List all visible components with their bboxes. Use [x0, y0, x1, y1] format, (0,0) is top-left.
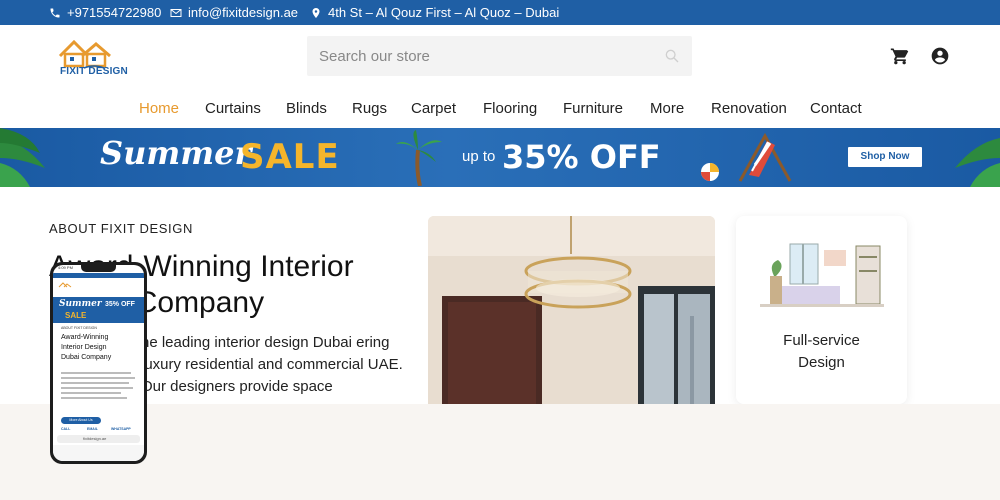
mail-icon [170, 8, 182, 17]
phone-about-label: ABOUT FIXIT DESIGN [61, 326, 97, 330]
topbar-address-text: 4th St – Al Qouz First – Al Quoz – Dubai [328, 5, 560, 20]
banner-summer-text: Summer [100, 134, 252, 172]
cart-icon [890, 48, 909, 65]
phone-mockup: 4:09 PM Summer 35% OFF SALE ABOUT FIXIT … [50, 262, 147, 464]
phone-banner-sale: SALE [65, 311, 87, 320]
phone-headline: Award-Winning Interior Design Dubai Comp… [61, 333, 111, 363]
phone-topbar [53, 273, 144, 278]
main-navigation: Home Curtains Blinds Rugs Carpet Floorin… [0, 100, 1000, 118]
nav-renovation[interactable]: Renovation [711, 100, 787, 117]
nav-contact[interactable]: Contact [810, 100, 862, 117]
phone-body-lines [61, 369, 137, 413]
phone-more-about-button[interactable]: More About Us [61, 417, 101, 424]
account-button[interactable] [930, 46, 950, 66]
phone-whatsapp[interactable]: WHATSAPP [111, 427, 131, 431]
card-title-line-1: Full-service [783, 332, 860, 349]
phone-call[interactable]: CALL [61, 427, 70, 431]
nav-furniture[interactable]: Furniture [563, 100, 623, 117]
phone-notch [81, 265, 116, 272]
phone-time: 4:09 PM [58, 265, 73, 270]
phone-logo-icon [58, 282, 72, 288]
top-contact-bar: +971554722980 info@fixitdesign.ae 4th St… [0, 0, 1000, 25]
phone-icon [50, 8, 60, 17]
cart-button[interactable] [890, 46, 910, 66]
logo-text: FIXIT DESIGN [60, 66, 128, 77]
phone-banner-pct: 35% OFF [105, 301, 135, 308]
nav-home[interactable]: Home [139, 100, 179, 117]
topbar-phone[interactable]: +971554722980 [49, 5, 161, 20]
nav-blinds[interactable]: Blinds [286, 100, 327, 117]
search-icon[interactable] [664, 48, 680, 64]
nav-rugs[interactable]: Rugs [352, 100, 387, 117]
site-logo[interactable]: FIXIT DESIGN [54, 34, 132, 80]
phone-url: fixitdesign.ae [83, 436, 107, 441]
interior-chandelier-photo [428, 216, 715, 406]
beach-chair-icon [738, 132, 792, 182]
nav-carpet[interactable]: Carpet [411, 100, 456, 117]
card-title-line-2: Design [798, 354, 845, 371]
topbar-email-text: info@fixitdesign.ae [188, 5, 299, 20]
palm-leaves-right-icon [955, 138, 1000, 187]
full-service-design-card[interactable]: Full-service Design [736, 216, 907, 404]
summer-sale-banner[interactable]: Summer SALE up to 35% OFF Shop Now [0, 128, 1000, 187]
palm-tree-icon [396, 130, 442, 186]
banner-upto-text: up to [462, 148, 496, 165]
phone-headline-3: Dubai Company [61, 354, 112, 361]
nav-more[interactable]: More [650, 100, 684, 117]
location-pin-icon [312, 7, 320, 18]
beach-ball-icon [701, 163, 719, 181]
topbar-email[interactable]: info@fixitdesign.ae [170, 5, 298, 20]
living-room-illustration [760, 236, 884, 316]
chandelier-room-image [428, 216, 715, 406]
topbar-address[interactable]: 4th St – Al Qouz First – Al Quoz – Dubai [310, 5, 559, 20]
phone-banner-summer: Summer [59, 299, 102, 309]
footer-background [0, 404, 1000, 500]
shop-now-button[interactable]: Shop Now [848, 147, 922, 167]
nav-flooring[interactable]: Flooring [483, 100, 537, 117]
phone-screen: 4:09 PM Summer 35% OFF SALE ABOUT FIXIT … [53, 265, 144, 461]
phone-email[interactable]: EMAIL [87, 427, 98, 431]
phone-headline-2: Interior Design [61, 344, 107, 351]
user-account-icon [931, 47, 949, 65]
banner-sale-text: SALE [240, 137, 340, 177]
phone-browser-toolbar [53, 445, 144, 461]
store-search [307, 36, 692, 76]
about-section-label: ABOUT FIXIT DESIGN [49, 221, 193, 236]
topbar-phone-text: +971554722980 [67, 5, 162, 20]
palm-leaves-left-icon [0, 128, 45, 187]
search-input[interactable] [307, 36, 637, 76]
banner-discount-text: 35% OFF [502, 138, 661, 176]
card-title: Full-service Design [736, 330, 907, 374]
phone-headline-1: Award-Winning [61, 334, 109, 341]
nav-curtains[interactable]: Curtains [205, 100, 261, 117]
